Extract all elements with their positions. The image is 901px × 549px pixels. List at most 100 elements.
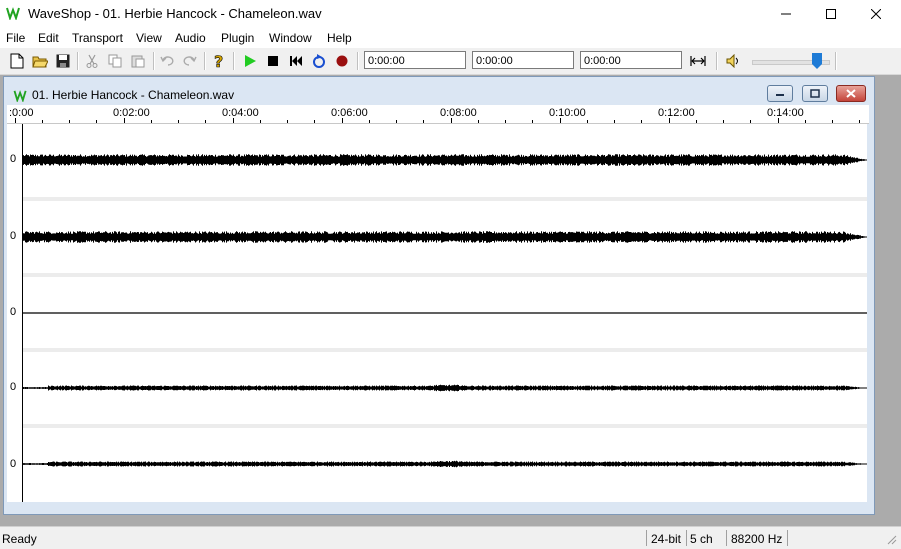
loop-button[interactable]	[310, 52, 328, 70]
ruler-label: 0:10:00	[549, 107, 586, 119]
ruler-label: :0:00	[9, 107, 34, 119]
record-button[interactable]	[333, 52, 351, 70]
help-button[interactable]: ?	[210, 52, 228, 70]
ruler-tick	[15, 118, 16, 123]
ruler-tick	[205, 120, 206, 123]
menu-view[interactable]: View	[136, 31, 162, 45]
paste-button[interactable]	[129, 52, 147, 70]
document-minimize-button[interactable]	[767, 85, 793, 102]
fit-window-button[interactable]	[689, 52, 707, 70]
stop-icon	[268, 56, 278, 66]
ruler-tick	[287, 120, 288, 123]
window-title: WaveShop - 01. Herbie Hancock - Chameleo…	[28, 6, 322, 21]
ruler-tick	[805, 120, 806, 123]
redo-icon	[183, 56, 197, 66]
ruler-tick	[423, 120, 424, 123]
ruler-tick	[587, 120, 588, 123]
channel-1-waveform[interactable]	[23, 124, 867, 196]
new-button[interactable]	[8, 52, 26, 70]
channel-5-waveform[interactable]	[23, 428, 867, 500]
channel-2-waveform[interactable]	[23, 201, 867, 273]
time-ruler[interactable]: :0:00 0:02:00 0:04:00 0:06:00 0:08:00 0:…	[7, 105, 869, 124]
status-channels: 5 ch	[690, 532, 713, 546]
play-icon	[245, 55, 256, 67]
ruler-tick	[342, 118, 343, 123]
time-field-selection-start[interactable]: 0:00:00	[472, 51, 574, 69]
document-title: 01. Herbie Hancock - Chameleon.wav	[32, 88, 235, 102]
ruler-tick	[369, 120, 370, 123]
menu-help[interactable]: Help	[327, 31, 352, 45]
toolbar-separator	[233, 52, 235, 70]
toolbar-separator	[77, 52, 79, 70]
channel-5-zero-label: 0	[10, 458, 17, 470]
loop-icon	[313, 54, 325, 68]
rewind-icon	[290, 56, 302, 66]
ruler-label: 0:12:00	[658, 107, 695, 119]
status-pane-divider	[726, 530, 727, 546]
ruler-label: 0:14:00	[767, 107, 804, 119]
ruler-tick	[641, 120, 642, 123]
resize-grip-icon[interactable]	[885, 533, 897, 545]
stop-button[interactable]	[264, 52, 282, 70]
ruler-tick	[696, 120, 697, 123]
rewind-button[interactable]	[287, 52, 305, 70]
save-icon	[56, 54, 70, 68]
ruler-tick	[42, 120, 43, 123]
close-button[interactable]	[853, 0, 899, 28]
ruler-tick	[832, 120, 833, 123]
status-pane-divider	[686, 530, 687, 546]
menu-file[interactable]: File	[6, 31, 25, 45]
cut-button[interactable]	[83, 52, 101, 70]
ruler-tick	[314, 120, 315, 123]
document-maximize-button[interactable]	[802, 85, 828, 102]
toolbar-separator	[716, 52, 718, 70]
close-icon	[871, 9, 881, 19]
menu-transport[interactable]: Transport	[72, 31, 123, 45]
restore-icon	[810, 89, 820, 98]
channel-3-waveform[interactable]	[23, 277, 867, 349]
help-icon: ?	[214, 53, 224, 69]
redo-button[interactable]	[181, 52, 199, 70]
channel-4-zero-label: 0	[10, 381, 17, 393]
ruler-label: 0:04:00	[222, 107, 259, 119]
waveform-view[interactable]: 0 0 0 0 0	[7, 124, 867, 502]
paste-icon	[131, 55, 145, 68]
save-button[interactable]	[54, 52, 72, 70]
ruler-tick	[96, 120, 97, 123]
menu-plugin[interactable]: Plugin	[221, 31, 254, 45]
undo-icon	[160, 56, 174, 66]
time-field-selection-end[interactable]: 0:00:00	[580, 51, 682, 69]
copy-button[interactable]	[106, 52, 124, 70]
minimize-button[interactable]	[763, 0, 809, 28]
open-button[interactable]	[31, 52, 49, 70]
toolbar-separator	[204, 52, 206, 70]
waveshop-logo-icon	[13, 90, 27, 102]
ruler-label: 0:08:00	[440, 107, 477, 119]
ruler-tick	[859, 120, 860, 123]
vertical-scroll-edge	[867, 124, 869, 502]
volume-slider-thumb[interactable]	[811, 53, 822, 69]
waveshop-logo-icon	[6, 7, 20, 20]
new-file-icon	[10, 53, 24, 69]
volume-button[interactable]	[724, 52, 742, 70]
document-close-button[interactable]	[836, 85, 866, 102]
play-button[interactable]	[241, 52, 259, 70]
time-field-position[interactable]: 0:00:00	[364, 51, 466, 69]
maximize-button[interactable]	[808, 0, 854, 28]
ruler-tick	[124, 118, 125, 123]
toolbar-separator	[357, 52, 359, 70]
menu-window[interactable]: Window	[269, 31, 312, 45]
ruler-tick	[669, 118, 670, 123]
undo-button[interactable]	[158, 52, 176, 70]
ruler-tick	[451, 118, 452, 123]
status-bit-depth: 24-bit	[651, 532, 682, 546]
record-icon	[336, 55, 348, 67]
fit-width-icon	[690, 56, 706, 66]
ruler-tick	[178, 120, 179, 123]
menu-edit[interactable]: Edit	[38, 31, 59, 45]
menu-audio[interactable]: Audio	[175, 31, 206, 45]
ruler-tick	[532, 120, 533, 123]
channel-4-waveform[interactable]	[23, 352, 867, 424]
ruler-label: 0:02:00	[113, 107, 150, 119]
minimize-icon	[781, 13, 791, 15]
